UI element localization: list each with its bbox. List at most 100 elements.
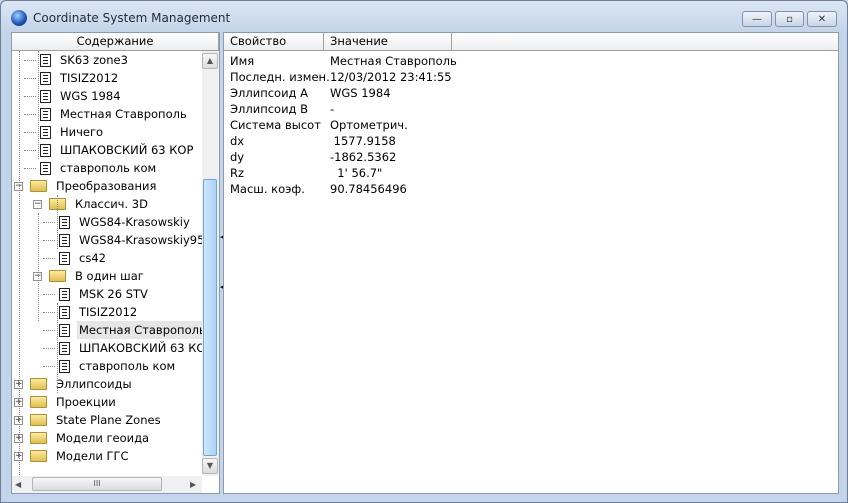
tree-item-label: ШПАКОВСКИЙ 63 КОР <box>60 143 194 157</box>
tree-item-label: Преобразования <box>56 179 157 193</box>
maximize-button[interactable]: ▫ <box>775 11 804 27</box>
tree-item-label: ставрополь ком <box>79 359 176 373</box>
tree-item[interactable]: − Преобразования <box>12 177 202 195</box>
property-row[interactable]: Имя Местная Ставрополь <box>224 53 838 69</box>
tree-connector <box>43 348 55 349</box>
property-value: 90.78456496 <box>330 182 407 196</box>
column-header-value[interactable]: Значение <box>324 33 452 51</box>
scroll-right-button[interactable]: ▶ <box>190 480 196 489</box>
tree-item[interactable]: ШПАКОВСКИЙ 63 КОР <box>12 141 202 159</box>
tree-item[interactable]: + Проекции <box>12 393 202 411</box>
tree-pane: Содержание SK63 zone3 TISIZ2012 WGS 1984 Ме… <box>11 32 220 494</box>
property-value: Местная Ставрополь <box>330 54 457 68</box>
property-name: Rz <box>230 166 245 180</box>
tree-item-label: Местная Ставрополь <box>77 321 202 339</box>
property-row[interactable]: Система высот Ортометрич. <box>224 117 838 133</box>
property-name: Система высот <box>230 118 321 132</box>
close-button[interactable]: ✕ <box>807 11 837 27</box>
column-header-property[interactable]: Свойство <box>224 33 324 51</box>
window-title: Coordinate System Management <box>33 11 231 25</box>
property-row[interactable]: dy -1862.5362 <box>224 149 838 165</box>
property-name: Имя <box>230 54 255 68</box>
tree-item-label: WGS84-Krasowskiy <box>79 215 190 229</box>
hscroll-thumb[interactable]: III <box>32 477 162 491</box>
folder-icon <box>30 378 47 390</box>
property-value: 1577.9158 <box>330 134 396 148</box>
document-icon <box>59 252 70 265</box>
property-value: - <box>330 102 335 116</box>
tree-item[interactable]: − В один шаг <box>12 267 202 285</box>
vertical-scrollbar[interactable]: ▲ ▼ <box>202 51 219 476</box>
horizontal-scrollbar[interactable]: ◀ III ▶ <box>12 476 202 493</box>
tree-connector <box>43 312 55 313</box>
tree-connector <box>24 132 36 133</box>
tree-item[interactable]: ШПАКОВСКИЙ 63 КОР <box>12 339 202 357</box>
tree-item[interactable]: WGS84-Krasowskiy95 <box>12 231 202 249</box>
tree-item[interactable]: MSK 26 STV <box>12 285 202 303</box>
tree-guide-line <box>38 51 39 159</box>
tree-item[interactable]: Местная Ставрополь <box>12 105 202 123</box>
property-row[interactable]: Масш. коэф. 90.78456496 <box>224 181 838 197</box>
document-icon <box>59 288 70 301</box>
tree-item[interactable]: TISIZ2012 <box>12 69 202 87</box>
property-value: WGS 1984 <box>330 86 391 100</box>
tree-item[interactable]: − Классич. 3D <box>12 195 202 213</box>
tree-item[interactable]: + Модели ГГС <box>12 447 202 465</box>
app-window: Coordinate System Management — ▫ ✕ Содер… <box>0 0 848 503</box>
folder-icon <box>30 450 47 462</box>
tree-item[interactable]: Ничего <box>12 123 202 141</box>
tree-item[interactable]: cs42 <box>12 249 202 267</box>
folder-icon <box>30 396 47 408</box>
tree-item-label: ставрополь ком <box>60 161 157 175</box>
tree-item[interactable]: TISIZ2012 <box>12 303 202 321</box>
minimize-button[interactable]: — <box>742 11 772 27</box>
tree-item[interactable]: + Модели геоида <box>12 429 202 447</box>
property-name: dx <box>230 134 245 148</box>
scroll-left-button[interactable]: ◀ <box>15 480 21 489</box>
tree-item-label: В один шаг <box>75 269 144 283</box>
tree-guide-line <box>38 213 39 321</box>
tree-item[interactable]: ставрополь ком <box>12 159 202 177</box>
scroll-down-button[interactable]: ▼ <box>202 458 218 474</box>
tree-item[interactable]: WGS84-Krasowskiy <box>12 213 202 231</box>
tree-connector <box>43 222 55 223</box>
tree-item[interactable]: Местная Ставрополь <box>12 321 202 339</box>
folder-icon <box>30 432 47 444</box>
tree-connector <box>24 150 36 151</box>
tree-connector <box>24 78 36 79</box>
document-icon <box>40 72 51 85</box>
property-name: Эллипсоид B <box>230 102 309 116</box>
tree-item-label: Классич. 3D <box>75 197 148 211</box>
tree-connector <box>43 366 55 367</box>
scrollbar-thumb[interactable] <box>203 179 217 456</box>
document-icon <box>40 126 51 139</box>
tree-connector <box>43 294 55 295</box>
tree-item[interactable]: WGS 1984 <box>12 87 202 105</box>
tree-item-label: Местная Ставрополь <box>60 107 187 121</box>
property-row[interactable]: dx 1577.9158 <box>224 133 838 149</box>
tree-item[interactable]: + Эллипсоиды <box>12 375 202 393</box>
tree-header[interactable]: Содержание <box>12 33 219 51</box>
tree-item[interactable]: ставрополь ком <box>12 357 202 375</box>
property-row[interactable]: Rz 1' 56.7" <box>224 165 838 181</box>
properties-pane: Свойство Значение Имя Местная Ставрополь П… <box>223 32 839 494</box>
scroll-up-button[interactable]: ▲ <box>202 53 218 69</box>
tree-item-label: ШПАКОВСКИЙ 63 КОР <box>79 341 202 355</box>
tree-item-label: Ничего <box>60 125 104 139</box>
property-name: Масш. коэф. <box>230 182 305 196</box>
tree-item-label: MSK 26 STV <box>79 287 148 301</box>
tree-view: SK63 zone3 TISIZ2012 WGS 1984 Местная Ставр… <box>12 51 202 476</box>
document-icon <box>59 216 70 229</box>
property-row[interactable]: Последн. измен. 12/03/2012 23:41:55 <box>224 69 838 85</box>
folder-icon <box>30 414 47 426</box>
property-value: 12/03/2012 23:41:55 <box>330 70 452 84</box>
tree-item[interactable]: SK63 zone3 <box>12 51 202 69</box>
property-name: dy <box>230 150 245 164</box>
tree-item[interactable]: + State Plane Zones <box>12 411 202 429</box>
tree-guide-line <box>57 195 58 249</box>
collapse-icon[interactable]: − <box>33 200 42 209</box>
property-row[interactable]: Эллипсоид A WGS 1984 <box>224 85 838 101</box>
tree-item-label: State Plane Zones <box>56 413 161 427</box>
property-row[interactable]: Эллипсоид B - <box>224 101 838 117</box>
document-icon <box>59 234 70 247</box>
